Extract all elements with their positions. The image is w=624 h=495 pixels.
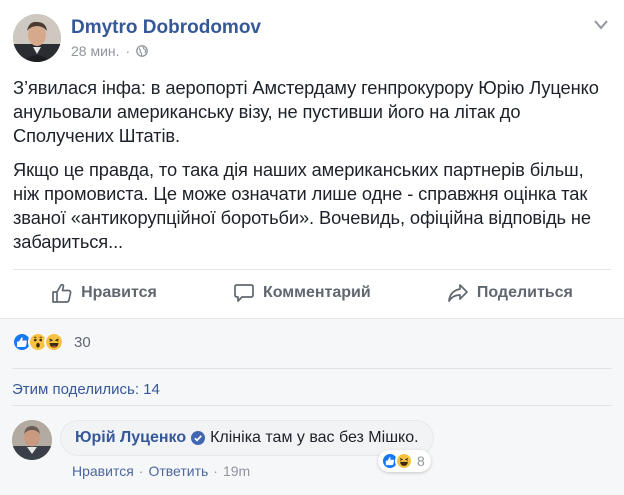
share-label: Поделиться [476, 284, 573, 301]
comment-like-link[interactable]: Нравится [72, 463, 134, 479]
like-button[interactable]: Нравится [41, 276, 167, 310]
post-time[interactable]: 28 мин. [71, 43, 120, 59]
comment-author[interactable]: Юрій Луценко [75, 429, 186, 447]
post-paragraph: З’явилася інфа: в аеропорті Амстердаму г… [13, 77, 599, 146]
share-arrow-icon [447, 282, 469, 304]
more-options-icon[interactable] [591, 18, 611, 32]
comment-reply-link[interactable]: Ответить [148, 463, 208, 479]
author-avatar[interactable] [13, 14, 61, 62]
globe-icon [136, 45, 149, 57]
comment-reaction-count: 8 [417, 453, 425, 469]
comment-reactions[interactable]: 8 [378, 450, 431, 472]
post-meta: 28 мин. · [71, 43, 149, 59]
author-name[interactable]: Dmytro Dobrodomov [71, 17, 261, 39]
comment-actions: Нравится · Ответить · 19m [72, 463, 251, 479]
shares-count-link[interactable]: Этим поделились: 14 [12, 381, 160, 398]
thumbs-up-icon [51, 282, 73, 304]
like-label: Нравится [81, 284, 157, 301]
comment-bubble: Юрій Луценко Клініка там у вас без Мішко… [60, 420, 434, 456]
comment-button[interactable]: Комментарий [223, 276, 381, 310]
comment-time[interactable]: 19m [223, 463, 250, 479]
verified-badge-icon [191, 431, 206, 445]
speech-bubble-icon [233, 282, 255, 304]
comment-label: Комментарий [262, 284, 371, 301]
share-button[interactable]: Поделиться [437, 276, 583, 310]
divider [12, 368, 612, 369]
comment-text: Клініка там у вас без Мішко. [210, 429, 419, 446]
reactions-summary[interactable]: 30 [12, 332, 91, 352]
post-body: З’явилася інфа: в аеропорті Амстердаму г… [13, 76, 611, 264]
reactions-count[interactable]: 30 [74, 334, 91, 351]
divider [12, 405, 612, 406]
haha-reaction-icon [395, 452, 413, 470]
post-header: Dmytro Dobrodomov 28 мин. · [0, 0, 624, 70]
haha-reaction-icon [44, 332, 64, 352]
commenter-avatar[interactable] [12, 420, 52, 460]
post-paragraph: Якщо це правда, то така дія наших америк… [13, 159, 591, 252]
post-actions: Нравится Комментарий Поделиться [13, 270, 611, 316]
